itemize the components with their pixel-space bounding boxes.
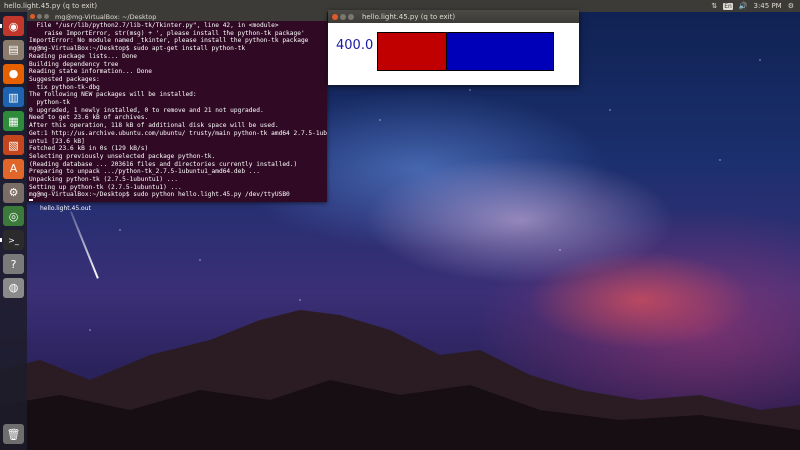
terminal-output[interactable]: File "/usr/lib/python2.7/lib-tk/Tkinter.… — [27, 21, 327, 201]
terminal-cursor — [29, 199, 33, 201]
maximize-icon[interactable] — [44, 14, 49, 19]
launcher-calc-icon[interactable]: ▦ — [3, 111, 24, 132]
tk-titlebar[interactable]: hello.light.45.py (q to exit) — [328, 10, 579, 23]
launcher-impress-icon[interactable]: ▧ — [3, 135, 24, 155]
terminal-line: Reading state information... Done — [29, 68, 152, 76]
terminal-titlebar[interactable]: mg@mg-VirtualBox: ~/Desktop — [27, 12, 327, 21]
launcher-dash-icon[interactable]: ◉ — [0, 16, 24, 36]
terminal-line: Suggested packages: — [29, 75, 100, 83]
terminal-line: Get:1 http://us.archive.ubuntu.com/ubunt… — [29, 129, 327, 137]
launcher-dvd-icon[interactable]: ◍ — [3, 277, 24, 298]
launcher-help-icon[interactable]: ? — [3, 254, 24, 274]
launcher-files-icon[interactable]: ▤ — [3, 39, 24, 60]
terminal-line: Unpacking python-tk (2.7.5-1ubuntu1) ... — [29, 176, 179, 184]
system-tray: ⇅ En 🔊 3:45 PM ⚙ — [711, 2, 794, 10]
tk-window[interactable]: hello.light.45.py (q to exit) 400.0 — [328, 10, 579, 85]
minimize-icon[interactable] — [37, 14, 42, 19]
launcher-terminal-icon[interactable]: >_ — [0, 230, 24, 251]
light-value: 400.0 — [336, 38, 374, 53]
terminal-line: Selecting previously unselected package … — [29, 152, 216, 160]
terminal-line: Reading package lists... Done — [29, 52, 138, 60]
volume-icon[interactable]: 🔊 — [739, 2, 748, 10]
light-level-fill — [378, 33, 447, 70]
mountain-silhouette — [0, 310, 800, 450]
tk-window-title: hello.light.45.py (q to exit) — [362, 12, 456, 21]
terminal-line: untu1 [23.6 kB] — [29, 137, 85, 145]
terminal-line: The following NEW packages will be insta… — [29, 91, 197, 99]
terminal-line: mg@mg-VirtualBox:~/Desktop$ sudo python … — [29, 191, 290, 199]
launcher-trash-icon[interactable]: 🗑 — [3, 424, 24, 444]
terminal-line: (Reading database ... 203616 files and d… — [29, 160, 298, 168]
close-icon[interactable] — [30, 14, 35, 19]
launcher-software-center-icon[interactable]: A — [3, 158, 24, 179]
minimize-icon[interactable] — [340, 13, 346, 20]
terminal-line: Fetched 23.6 kB in 0s (129 kB/s) — [29, 145, 149, 153]
maximize-icon[interactable] — [348, 13, 354, 20]
network-icon[interactable]: ⇅ — [711, 2, 717, 10]
terminal-line: tix python-tk-dbg — [29, 83, 100, 91]
keyboard-layout-indicator[interactable]: En — [723, 2, 733, 10]
terminal-line: Building dependency tree — [29, 60, 119, 68]
launcher-settings-icon[interactable]: ⚙ — [3, 182, 24, 203]
terminal-line: Need to get 23.6 kB of archives. — [29, 114, 149, 122]
light-level-bar — [377, 32, 554, 71]
terminal-line: ImportError: No module named _tkinter, p… — [29, 37, 309, 45]
close-icon[interactable] — [332, 13, 338, 20]
terminal-line: mg@mg-VirtualBox:~/Desktop$ sudo apt-get… — [29, 45, 246, 53]
launcher-writer-icon[interactable]: ▥ — [3, 87, 24, 108]
light-level-remainder — [446, 33, 553, 70]
terminal-line: Setting up python-tk (2.7.5-1ubuntu1) ..… — [29, 183, 182, 191]
terminal-title: mg@mg-VirtualBox: ~/Desktop — [55, 12, 157, 21]
launcher-chrome-icon[interactable]: ◎ — [3, 206, 24, 227]
terminal-line: File "/usr/lib/python2.7/lib-tk/Tkinter.… — [29, 22, 279, 29]
launcher-firefox-icon[interactable]: ● — [3, 63, 24, 84]
clock[interactable]: 3:45 PM — [754, 2, 782, 10]
terminal-line: After this operation, 118 kB of addition… — [29, 122, 279, 130]
active-window-title: hello.light.45.py (q to exit) — [4, 2, 98, 10]
terminal-line: raise ImportError, str(msg) + ', please … — [29, 29, 305, 37]
terminal-line: 0 upgraded, 1 newly installed, 0 to remo… — [29, 106, 264, 114]
gear-icon[interactable]: ⚙ — [788, 2, 794, 10]
terminal-line: python-tk — [29, 99, 70, 107]
terminal-line: Preparing to unpack .../python-tk_2.7.5-… — [29, 168, 260, 176]
tk-canvas: 400.0 — [328, 23, 579, 85]
terminal-window[interactable]: mg@mg-VirtualBox: ~/Desktop File "/usr/l… — [27, 12, 327, 202]
desktop-file-label[interactable]: hello.light.45.out — [40, 205, 91, 212]
launcher: ◉ ▤ ● ▥ ▦ ▧ A ⚙ ◎ >_? ◍ 🗑 — [0, 12, 27, 450]
